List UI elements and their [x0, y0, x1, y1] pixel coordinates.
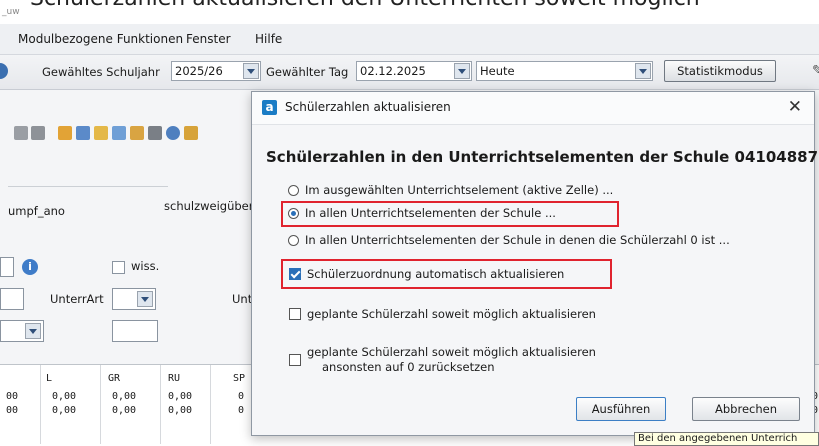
menu-hilfe[interactable]: Hilfe — [255, 32, 282, 46]
grid-cell[interactable]: 0 — [238, 405, 244, 416]
users-icon[interactable] — [76, 126, 90, 140]
caption-text: Schülerzahlen aktualisieren den Unterric… — [30, 0, 700, 11]
chevron-down-icon[interactable] — [243, 63, 259, 79]
schuljahr-value: 2025/26 — [175, 64, 223, 78]
grid-cell[interactable]: 0,00 — [52, 391, 76, 402]
chevron-down-icon[interactable] — [137, 291, 153, 307]
dialog-titlebar: a Schülerzahlen aktualisieren ✕ — [252, 92, 814, 125]
checkbox-label-auto-aktualisieren: Schülerzuordnung automatisch aktualisier… — [307, 267, 565, 281]
heute-value: Heute — [480, 64, 515, 78]
select-fragment[interactable] — [0, 320, 44, 342]
radio-label-aktive-zelle: Im ausgewählten Unterrichtselement (akti… — [305, 183, 614, 197]
print-icon[interactable] — [148, 126, 162, 140]
schulzweig-label: schulzweigüber — [164, 199, 254, 213]
filter-icon[interactable] — [112, 126, 126, 140]
abbrechen-button[interactable]: Abbrechen — [692, 397, 800, 421]
statistikmodus-button[interactable]: Statistikmodus — [664, 60, 776, 82]
wizard-icon[interactable] — [58, 126, 72, 140]
eye-icon[interactable] — [166, 126, 180, 140]
menu-fenster[interactable]: Fenster — [186, 32, 231, 46]
grid-cell[interactable]: 0,00 — [112, 405, 136, 416]
radio-label-alle-elemente: In allen Unterrichtselementen der Schule… — [305, 206, 556, 220]
grid-header[interactable]: GR — [108, 373, 120, 384]
checkbox-label-geplant-zuruecksetzen-1: geplante Schülerzahl soweit möglich aktu… — [307, 345, 596, 359]
overflow-icon[interactable]: ✎ — [812, 63, 819, 79]
grid-cell[interactable]: 0,00 — [168, 391, 192, 402]
small-input[interactable] — [112, 320, 158, 342]
nav-icon[interactable] — [0, 63, 8, 79]
app-logo-icon: a — [262, 100, 277, 115]
unt-fragment: Unt — [232, 292, 253, 306]
tag-label: Gewählter Tag — [266, 65, 349, 79]
grid-cell[interactable]: 0,00 — [52, 405, 76, 416]
wiss-label: wiss. — [131, 259, 160, 273]
checkbox-label-geplant: geplante Schülerzahl soweit möglich aktu… — [307, 307, 596, 321]
checkbox-geplant[interactable] — [289, 308, 301, 320]
tag-value: 02.12.2025 — [360, 64, 426, 78]
schuljahr-select[interactable]: 2025/26 — [171, 61, 261, 81]
top-caption-fragment: _uw Schülerzahlen aktualisieren den Unte… — [0, 0, 819, 22]
extra-icon[interactable] — [184, 126, 198, 140]
update-dialog: a Schülerzahlen aktualisieren ✕ Schülerz… — [251, 91, 819, 436]
main-toolbar: Gewähltes Schuljahr 2025/26 Gewählter Ta… — [0, 55, 819, 90]
grid-cell[interactable]: 0,00 — [112, 391, 136, 402]
grid-header[interactable]: SP — [233, 373, 245, 384]
name-fragment: umpf_ano — [8, 204, 65, 218]
chevron-down-icon[interactable] — [635, 63, 651, 79]
wiss-checkbox[interactable] — [112, 261, 125, 274]
report-icon[interactable] — [130, 126, 144, 140]
schuljahr-label: Gewähltes Schuljahr — [42, 65, 160, 79]
grid-cell[interactable]: 00 — [6, 391, 18, 402]
radio-aktive-zelle[interactable] — [288, 185, 299, 196]
chevron-down-icon[interactable] — [454, 63, 470, 79]
unterrart-label: UnterrArt — [50, 292, 104, 306]
tooltip: Bei den angegebenen Unterrich — [634, 432, 819, 446]
copy-icon[interactable] — [14, 126, 28, 140]
grid-cell[interactable]: 0 — [238, 391, 244, 402]
chevron-down-icon[interactable] — [25, 323, 41, 339]
divider — [8, 186, 168, 187]
ausfuehren-button[interactable]: Ausführen — [576, 397, 666, 421]
edit-icon[interactable] — [94, 126, 108, 140]
radio-alle-elemente[interactable] — [288, 208, 299, 219]
radio-schuelerzahl-null[interactable] — [288, 235, 299, 246]
grid-cell[interactable]: 0,00 — [168, 405, 192, 416]
secondary-toolbar — [0, 122, 260, 152]
grid-cell[interactable]: 00 — [6, 405, 18, 416]
paste-icon[interactable] — [31, 126, 45, 140]
close-icon[interactable]: ✕ — [788, 97, 802, 117]
checkbox-label-geplant-zuruecksetzen-2: ansonsten auf 0 zurücksetzen — [322, 360, 495, 374]
heute-select[interactable]: Heute — [476, 61, 653, 81]
field-fragment[interactable] — [0, 257, 14, 277]
field-fragment-2[interactable] — [0, 288, 24, 310]
caption-small: _uw — [2, 7, 20, 17]
checkbox-geplant-zuruecksetzen[interactable] — [289, 354, 301, 366]
info-icon[interactable]: i — [22, 259, 38, 275]
menu-bar: Modulbezogene Funktionen Fenster Hilfe — [0, 24, 819, 55]
grid-header[interactable]: L — [46, 373, 52, 384]
tag-date-field[interactable]: 02.12.2025 — [356, 61, 472, 81]
dialog-heading: Schülerzahlen in den Unterrichtselemente… — [266, 148, 819, 166]
radio-label-schuelerzahl-null: In allen Unterrichtselementen der Schule… — [305, 233, 730, 247]
checkbox-auto-aktualisieren[interactable] — [289, 268, 301, 280]
grid-header[interactable]: RU — [168, 373, 180, 384]
menu-modulbezogene-funktionen[interactable]: Modulbezogene Funktionen — [18, 32, 183, 46]
dialog-title: Schülerzahlen aktualisieren — [285, 100, 451, 114]
unterrart-select[interactable] — [112, 288, 156, 310]
